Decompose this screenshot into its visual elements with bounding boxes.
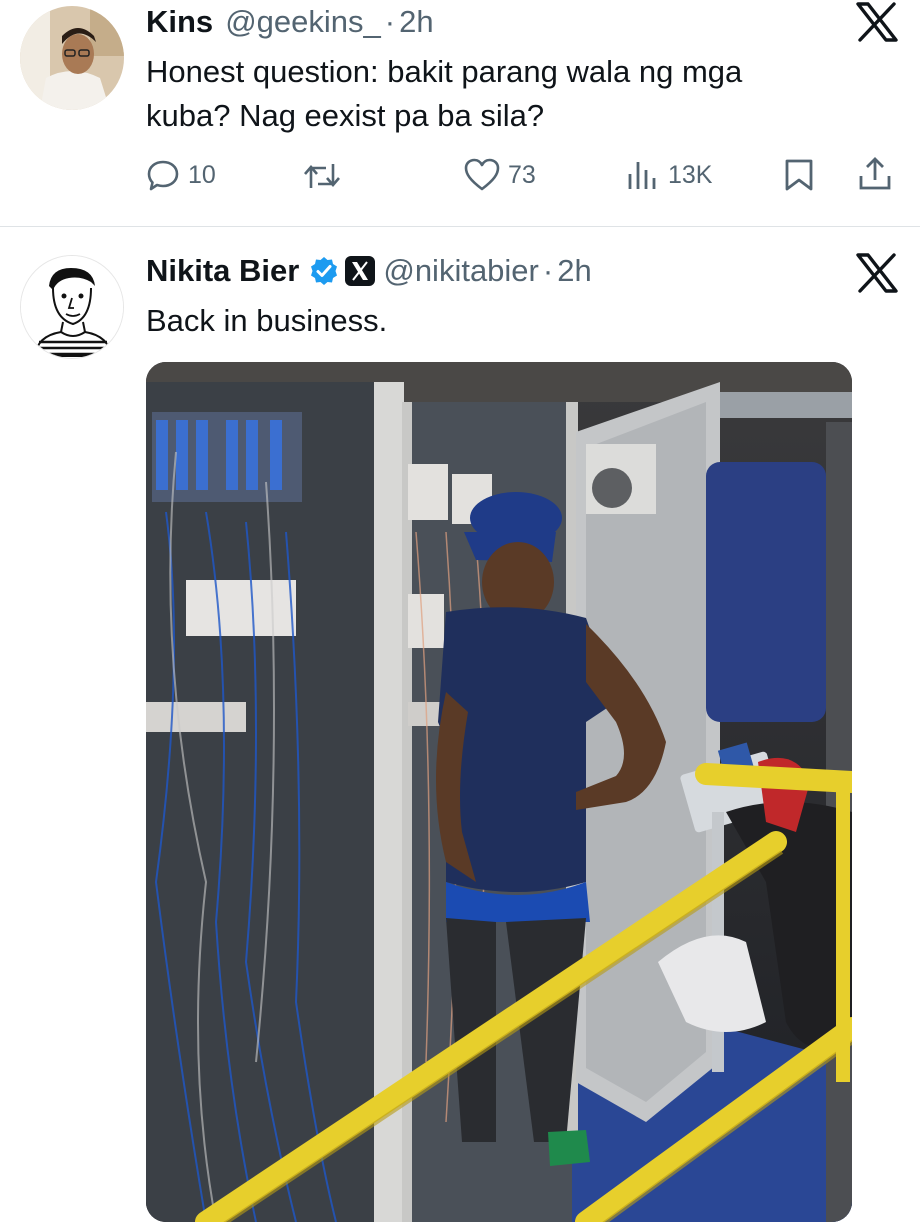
timestamp[interactable]: 2h — [557, 253, 591, 289]
separator-dot: · — [384, 4, 396, 39]
tweet-1[interactable]: Kins @geekins_ · 2h Honest question: bak… — [0, 0, 920, 227]
x-logo-icon[interactable] — [856, 253, 898, 293]
x-logo-icon[interactable] — [856, 2, 898, 42]
tweet-text: Honest question: bakit parang wala ng mg… — [146, 50, 742, 138]
reply-button[interactable]: 10 — [146, 158, 216, 192]
photo-icon — [146, 362, 852, 1222]
views-button[interactable]: 13K — [626, 158, 712, 192]
author-handle[interactable]: @geekins_ — [225, 4, 381, 40]
avatar-photo-icon — [20, 6, 124, 110]
bookmark-icon — [785, 159, 813, 191]
view-count: 13K — [668, 160, 713, 189]
action-bar: 10 73 13K — [146, 152, 896, 200]
timestamp[interactable]: 2h — [399, 4, 433, 40]
separator-dot: · — [542, 253, 554, 288]
like-button[interactable]: 73 — [464, 158, 536, 192]
x-affiliate-icon[interactable] — [345, 256, 376, 286]
tweet-text-line-1: Honest question: bakit parang wala ng mg… — [146, 54, 743, 89]
share-button[interactable] — [858, 156, 892, 192]
avatar[interactable] — [20, 255, 124, 359]
tweet-media-photo[interactable] — [146, 362, 852, 1222]
tweet-text: Back in business. — [146, 303, 388, 338]
heart-icon — [464, 158, 500, 191]
retweet-button[interactable] — [302, 160, 342, 192]
retweet-icon — [304, 164, 340, 188]
reply-icon — [147, 160, 179, 191]
like-count: 73 — [508, 160, 536, 189]
bookmark-button[interactable] — [784, 158, 814, 192]
verified-badge-icon — [309, 256, 339, 286]
reply-count: 10 — [188, 160, 216, 189]
avatar[interactable] — [20, 6, 124, 110]
avatar-illustration-icon — [21, 256, 123, 358]
author-handle[interactable]: @nikitabier — [383, 253, 539, 289]
share-icon — [859, 157, 891, 190]
views-chart-icon — [628, 162, 656, 189]
author-name[interactable]: Nikita Bier — [146, 253, 299, 289]
author-name[interactable]: Kins — [146, 4, 213, 40]
tweet-text-line-2: kuba? Nag eexist pa ba sila? — [146, 98, 545, 133]
